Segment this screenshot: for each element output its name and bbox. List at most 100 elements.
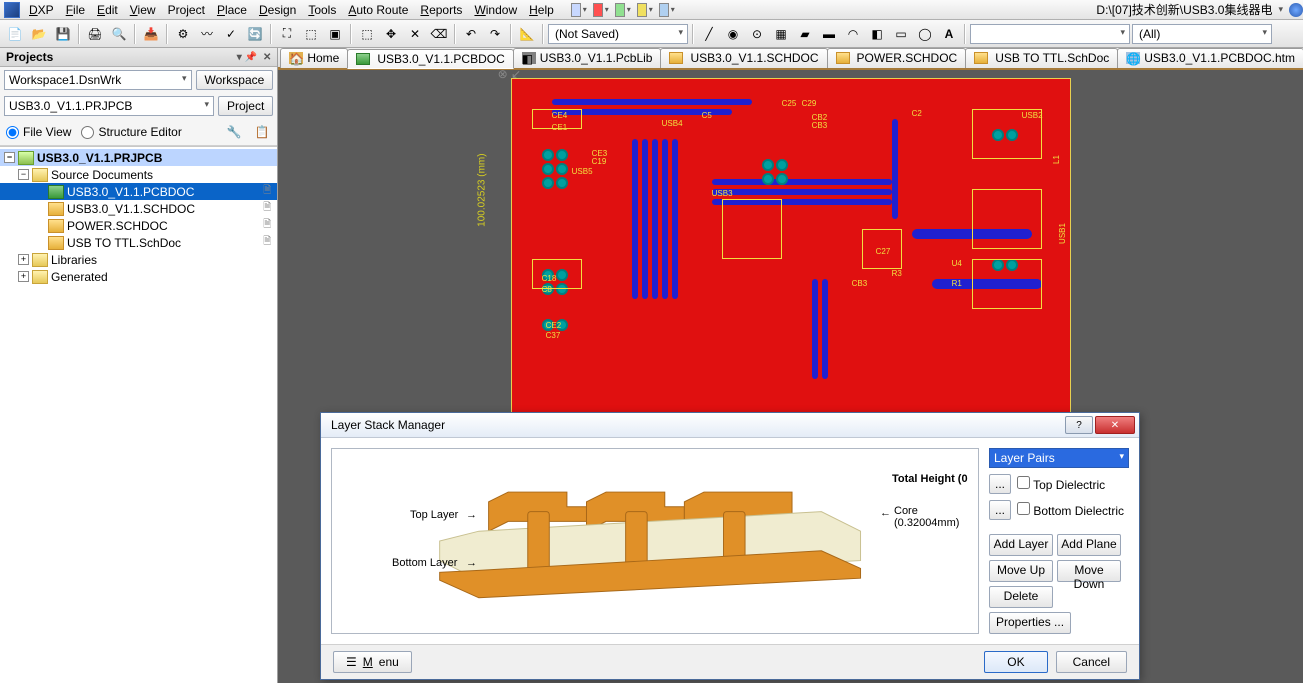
delete-button[interactable]: Delete bbox=[989, 586, 1053, 608]
place-track-icon[interactable]: ╱ bbox=[698, 23, 720, 45]
zoom-fit-icon[interactable]: ⛶ bbox=[276, 23, 298, 45]
core-label: Core (0.32004mm) bbox=[894, 505, 978, 529]
tree-project-root[interactable]: −USB3.0_V1.1.PRJPCB bbox=[0, 149, 277, 166]
dialog-help-icon[interactable]: ? bbox=[1065, 416, 1093, 434]
add-layer-button[interactable]: Add Layer bbox=[989, 534, 1053, 556]
tab-schdoc[interactable]: USB3.0_V1.1.SCHDOC bbox=[660, 48, 827, 68]
place-fill-icon[interactable]: ▦ bbox=[770, 23, 792, 45]
ref-ce1: CE1 bbox=[552, 123, 568, 132]
dialog-close-icon[interactable]: ✕ bbox=[1095, 416, 1135, 434]
layer-stack-dialog: Layer Stack Manager ? ✕ bbox=[320, 412, 1140, 680]
properties-button[interactable]: Properties ... bbox=[989, 612, 1071, 634]
move-down-button[interactable]: Move Down bbox=[1057, 560, 1121, 582]
layer-mode-select[interactable]: Layer Pairs bbox=[989, 448, 1129, 468]
project-button[interactable]: Project bbox=[218, 96, 273, 116]
drc-icon[interactable]: ✓ bbox=[220, 23, 242, 45]
tab-pcbdoc[interactable]: USB3.0_V1.1.PCBDOC bbox=[347, 49, 513, 69]
units-icon[interactable] bbox=[636, 2, 654, 18]
place-region-icon[interactable]: ◧ bbox=[866, 23, 888, 45]
menu-project[interactable]: Project bbox=[163, 1, 210, 19]
undo-icon[interactable]: ↶ bbox=[460, 23, 482, 45]
cancel-button[interactable]: Cancel bbox=[1056, 651, 1127, 673]
project-field[interactable]: USB3.0_V1.1.PRJPCB bbox=[4, 96, 214, 116]
move-icon[interactable]: ✥ bbox=[380, 23, 402, 45]
menu-design[interactable]: Design bbox=[254, 1, 301, 19]
pcb-board[interactable]: ⊗ ↙ 100.02523 (mm) bbox=[511, 78, 1071, 438]
tab-usbttl[interactable]: USB TO TTL.SchDoc bbox=[965, 48, 1118, 68]
menu-reports[interactable]: Reports bbox=[415, 1, 467, 19]
place-via-icon[interactable]: ◉ bbox=[722, 23, 744, 45]
bottom-dielectric-check[interactable]: Bottom Dielectric bbox=[1017, 502, 1124, 518]
place-poly-icon[interactable]: ▰ bbox=[794, 23, 816, 45]
place-pad-icon[interactable]: ⊙ bbox=[746, 23, 768, 45]
grid-icon[interactable] bbox=[570, 2, 588, 18]
top-dielectric-check[interactable]: Top Dielectric bbox=[1017, 476, 1105, 492]
menu-view[interactable]: View bbox=[125, 1, 161, 19]
tree-generated[interactable]: +Generated bbox=[0, 268, 277, 285]
tree-libraries[interactable]: +Libraries bbox=[0, 251, 277, 268]
close-panel-icon[interactable]: ✕ bbox=[263, 52, 271, 63]
app-orb-icon[interactable] bbox=[1289, 3, 1303, 17]
place-arc-icon[interactable]: ◠ bbox=[842, 23, 864, 45]
tab-power[interactable]: POWER.SCHDOC bbox=[827, 48, 967, 68]
save-icon[interactable]: 💾 bbox=[52, 23, 74, 45]
tree-doc-power[interactable]: POWER.SCHDOC🗎 bbox=[0, 217, 277, 234]
origin-marker-icon: ⊗ ↙ bbox=[498, 70, 521, 81]
menu-file[interactable]: File bbox=[61, 1, 90, 19]
dialog-menu-button[interactable]: ☰Menu bbox=[333, 651, 412, 673]
snapshot-select[interactable]: (Not Saved) bbox=[548, 24, 688, 44]
tab-pcblib[interactable]: ◧USB3.0_V1.1.PcbLib bbox=[513, 48, 662, 68]
move-up-button[interactable]: Move Up bbox=[989, 560, 1053, 582]
place-string-icon[interactable]: A bbox=[938, 23, 960, 45]
workspace-button[interactable]: Workspace bbox=[196, 70, 274, 90]
import-icon[interactable]: 📥 bbox=[140, 23, 162, 45]
select-icon[interactable]: ⬚ bbox=[356, 23, 378, 45]
tab-htm[interactable]: 🌐USB3.0_V1.1.PCBDOC.htm bbox=[1117, 48, 1303, 68]
dim-icon[interactable]: 📐 bbox=[516, 23, 538, 45]
redo-icon[interactable]: ↷ bbox=[484, 23, 506, 45]
view-icon[interactable] bbox=[658, 2, 676, 18]
new-icon[interactable]: 📄 bbox=[4, 23, 26, 45]
ok-button[interactable]: OK bbox=[984, 651, 1047, 673]
bottom-dielectric-opts[interactable]: ... bbox=[989, 500, 1011, 520]
menu-dxp[interactable]: DXP bbox=[24, 1, 59, 19]
menu-window[interactable]: Window bbox=[469, 1, 522, 19]
panel-opt1-icon[interactable]: 🔧 bbox=[225, 123, 243, 141]
structure-editor-radio[interactable]: Structure Editor bbox=[81, 125, 181, 139]
filter-select[interactable]: (All) bbox=[1132, 24, 1272, 44]
net-select[interactable] bbox=[970, 24, 1130, 44]
file-view-radio[interactable]: File View bbox=[6, 125, 71, 139]
refresh-icon[interactable]: 🔄 bbox=[244, 23, 266, 45]
place-rect-icon[interactable]: ▭ bbox=[890, 23, 912, 45]
tree-doc-usbttl[interactable]: USB TO TTL.SchDoc🗎 bbox=[0, 234, 277, 251]
clear-icon[interactable]: ⌫ bbox=[428, 23, 450, 45]
project-tree[interactable]: −USB3.0_V1.1.PRJPCB −Source Documents US… bbox=[0, 146, 277, 683]
deselect-icon[interactable]: ✕ bbox=[404, 23, 426, 45]
place-circle-icon[interactable]: ◯ bbox=[914, 23, 936, 45]
menu-edit[interactable]: Edit bbox=[92, 1, 123, 19]
top-dielectric-opts[interactable]: ... bbox=[989, 474, 1011, 494]
preview-icon[interactable]: 🔍 bbox=[108, 23, 130, 45]
tree-doc-pcbdoc[interactable]: USB3.0_V1.1.PCBDOC🗎 bbox=[0, 183, 277, 200]
place-line-icon[interactable]: ▬ bbox=[818, 23, 840, 45]
pin-icon[interactable]: ▾ 📌 bbox=[237, 52, 257, 63]
panel-opt2-icon[interactable]: 📋 bbox=[253, 123, 271, 141]
menu-help[interactable]: Help bbox=[524, 1, 559, 19]
dialog-titlebar[interactable]: Layer Stack Manager ? ✕ bbox=[321, 413, 1139, 438]
compile-icon[interactable]: ⚙ bbox=[172, 23, 194, 45]
route-icon[interactable]: 〰 bbox=[196, 23, 218, 45]
layer-icon[interactable] bbox=[592, 2, 610, 18]
tab-home[interactable]: 🏠Home bbox=[280, 48, 348, 68]
snap-icon[interactable] bbox=[614, 2, 632, 18]
menu-tools[interactable]: Tools bbox=[303, 1, 341, 19]
open-icon[interactable]: 📂 bbox=[28, 23, 50, 45]
zoom-sel-icon[interactable]: ▣ bbox=[324, 23, 346, 45]
menu-place[interactable]: Place bbox=[212, 1, 252, 19]
workspace-select[interactable]: Workspace1.DsnWrk bbox=[4, 70, 192, 90]
tree-doc-schdoc[interactable]: USB3.0_V1.1.SCHDOC🗎 bbox=[0, 200, 277, 217]
menu-autoroute[interactable]: Auto Route bbox=[343, 1, 413, 19]
zoom-area-icon[interactable]: ⬚ bbox=[300, 23, 322, 45]
tree-source-documents[interactable]: −Source Documents bbox=[0, 166, 277, 183]
add-plane-button[interactable]: Add Plane bbox=[1057, 534, 1121, 556]
print-icon[interactable]: 🖨 bbox=[84, 23, 106, 45]
